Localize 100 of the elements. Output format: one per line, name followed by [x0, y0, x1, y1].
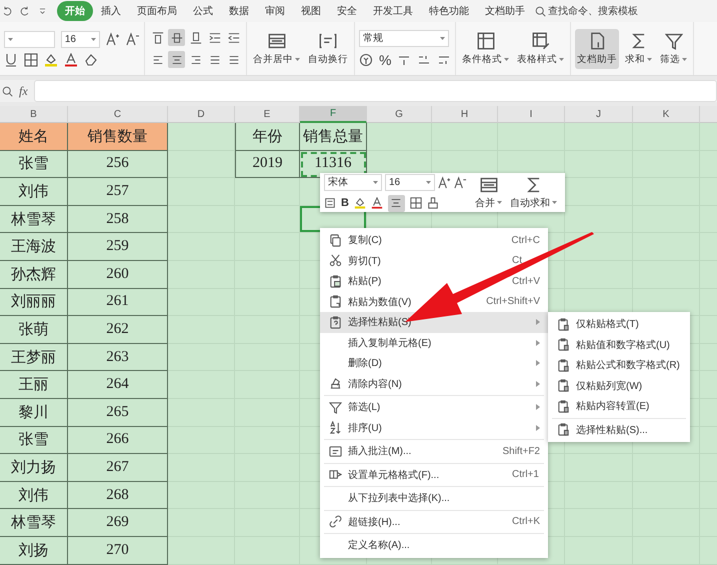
- menu-item[interactable]: 设置单元格格式(F)... Ctrl+1: [320, 464, 548, 485]
- grow-font-icon[interactable]: [438, 176, 451, 188]
- underline-icon[interactable]: [4, 52, 18, 66]
- menu-item[interactable]: 粘贴(P) Ctrl+V: [320, 271, 548, 292]
- menu-item[interactable]: 清除内容(N): [320, 374, 548, 394]
- grid-cell[interactable]: [168, 371, 235, 399]
- font-name-field[interactable]: [4, 30, 55, 48]
- fill-color-icon[interactable]: [354, 197, 366, 209]
- grid-cell[interactable]: [235, 206, 300, 234]
- menu-item[interactable]: 粘贴内容转置(E): [548, 396, 690, 416]
- format-icon[interactable]: [324, 197, 336, 209]
- column-header[interactable]: E: [235, 106, 300, 123]
- ribbon-tab[interactable]: 特色功能: [421, 1, 477, 21]
- ribbon-tab[interactable]: 页面布局: [129, 1, 185, 21]
- grid-cell[interactable]: [168, 454, 235, 482]
- ribbon-tab[interactable]: 审阅: [257, 1, 293, 21]
- toolbar-button[interactable]: 自动求和: [510, 176, 557, 210]
- menu-item[interactable]: 插入批注(M)... Shift+F2: [320, 441, 548, 462]
- menu-item[interactable]: 仅粘贴格式(T): [548, 314, 690, 334]
- grid-cell[interactable]: [168, 260, 235, 289]
- grid-cell[interactable]: [235, 178, 300, 206]
- grid-cell[interactable]: [168, 509, 235, 537]
- ribbon-button[interactable]: 筛选: [658, 28, 689, 68]
- column-header[interactable]: J: [565, 106, 633, 123]
- align-button[interactable]: [168, 51, 185, 68]
- ribbon-tab[interactable]: 安全: [329, 1, 365, 21]
- ribbon-tab[interactable]: 公式: [185, 1, 221, 21]
- menu-item[interactable]: 粘贴公式和数字格式(R): [548, 355, 690, 376]
- ribbon-button[interactable]: 表格样式: [515, 28, 566, 68]
- grid-cell[interactable]: [168, 426, 235, 454]
- column-header[interactable]: C: [68, 106, 168, 123]
- grid-cell[interactable]: [168, 344, 235, 372]
- menu-item[interactable]: 插入复制单元格(E): [320, 332, 548, 353]
- align-button[interactable]: [388, 194, 405, 212]
- grow-font-icon[interactable]: [106, 32, 120, 46]
- font-color-icon[interactable]: [64, 52, 78, 66]
- percent-button[interactable]: %: [379, 52, 392, 68]
- bold-button[interactable]: B: [341, 197, 349, 209]
- more-icon[interactable]: [38, 6, 47, 16]
- menu-item[interactable]: 粘贴为数值(V) Ctrl+Shift+V: [320, 292, 548, 312]
- column-header[interactable]: H: [432, 106, 498, 123]
- currency-icon[interactable]: [359, 52, 373, 66]
- ribbon-button[interactable]: 文档助手: [575, 28, 619, 68]
- align-button[interactable]: [168, 29, 185, 46]
- column-header[interactable]: B: [0, 106, 68, 123]
- grid-cell[interactable]: [498, 123, 565, 151]
- fill-color-icon[interactable]: [44, 52, 58, 66]
- grid-cell[interactable]: [168, 233, 235, 261]
- ribbon-tab[interactable]: 视图: [293, 1, 329, 21]
- ribbon-button[interactable]: 求和: [623, 28, 654, 68]
- active-cell[interactable]: [300, 206, 367, 234]
- search-command[interactable]: 查找命令、搜索模板: [535, 4, 638, 18]
- shrink-font-icon[interactable]: [126, 32, 140, 46]
- menu-item[interactable]: 删除(D): [320, 353, 548, 374]
- font-name-field[interactable]: 宋体: [324, 174, 382, 190]
- ribbon-tab[interactable]: 插入: [93, 1, 129, 21]
- grid-cell[interactable]: [168, 398, 235, 427]
- column-header[interactable]: F: [300, 106, 367, 123]
- font-color-icon[interactable]: [370, 197, 383, 209]
- ribbon-button[interactable]: 条件格式: [460, 28, 511, 68]
- menu-item[interactable]: 排序(U): [320, 418, 548, 438]
- column-header[interactable]: G: [367, 106, 432, 123]
- grid-cell[interactable]: [235, 233, 300, 261]
- redo-icon[interactable]: [20, 6, 30, 16]
- toolbar-button[interactable]: 合并: [475, 176, 502, 210]
- menu-item[interactable]: 复制(C) Ctrl+C: [320, 230, 548, 250]
- font-size-field[interactable]: 16: [60, 30, 100, 48]
- column-header[interactable]: I: [498, 106, 565, 123]
- eraser-icon[interactable]: [84, 52, 98, 66]
- column-header[interactable]: D: [168, 106, 235, 123]
- grid-cell[interactable]: [168, 206, 235, 234]
- shrink-font-icon[interactable]: [454, 176, 467, 188]
- menu-item[interactable]: 超链接(H)... Ctrl+K: [320, 512, 548, 532]
- menu-item[interactable]: 剪切(T) Ct: [320, 250, 548, 271]
- function-button[interactable]: fx: [19, 84, 28, 98]
- format-painter-icon[interactable]: [426, 197, 439, 209]
- ribbon-button[interactable]: 合并居中: [251, 28, 302, 68]
- ribbon-tab[interactable]: 文档助手: [477, 1, 533, 21]
- menu-item[interactable]: 仅粘贴列宽(W): [548, 376, 690, 396]
- borders-icon[interactable]: [410, 197, 422, 209]
- grid-cell[interactable]: [565, 150, 633, 178]
- formula-input[interactable]: [34, 80, 717, 102]
- borders-icon[interactable]: [24, 52, 38, 66]
- grid-cell[interactable]: [168, 150, 235, 178]
- grid-cell[interactable]: [432, 123, 498, 151]
- grid-cell[interactable]: [633, 123, 700, 151]
- column-header[interactable]: K: [633, 106, 700, 123]
- zoom-icon[interactable]: [2, 86, 13, 96]
- ribbon-button[interactable]: 自动换行: [306, 28, 350, 68]
- menu-item[interactable]: 选择性粘贴(S)...: [548, 420, 690, 440]
- menu-item[interactable]: 定义名称(A)...: [320, 535, 548, 556]
- ribbon-tab[interactable]: 开发工具: [365, 1, 421, 21]
- ribbon-tab[interactable]: 数据: [221, 1, 257, 21]
- grid-cell[interactable]: [168, 536, 235, 564]
- grid-cell[interactable]: [168, 123, 235, 151]
- grid-cell[interactable]: [367, 123, 432, 151]
- menu-item[interactable]: 粘贴值和数字格式(U): [548, 334, 690, 355]
- menu-item[interactable]: 从下拉列表中选择(K)...: [320, 488, 548, 508]
- font-size-field[interactable]: 16: [385, 174, 435, 190]
- number-format-field[interactable]: 常规: [359, 30, 449, 46]
